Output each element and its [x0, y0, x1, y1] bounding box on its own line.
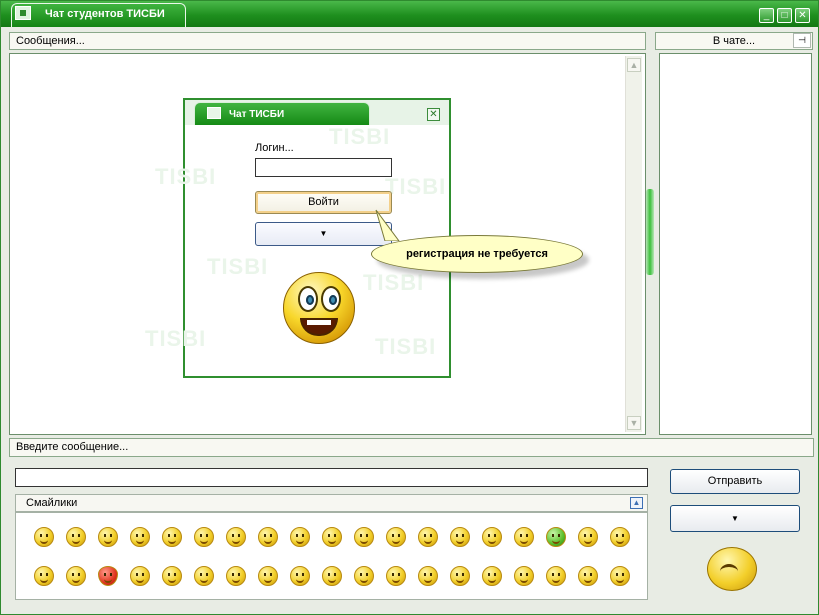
emoticon-icon[interactable]	[514, 566, 534, 586]
watermark-text: TISBI	[155, 164, 217, 189]
emoticon-icon[interactable]	[66, 527, 86, 547]
messages-panel-label: Сообщения...	[16, 35, 85, 47]
watermark-text: TISBI	[385, 174, 447, 199]
emoticon-icon[interactable]	[258, 527, 278, 547]
emoticon-icon[interactable]	[386, 566, 406, 586]
emoticon-icon[interactable]	[578, 566, 598, 586]
emoticon-icon[interactable]	[290, 527, 310, 547]
smiley-mouth	[300, 318, 338, 336]
message-input[interactable]	[15, 468, 648, 487]
messages-scrollbar[interactable]	[625, 56, 642, 432]
smileys-header: Смайлики	[15, 494, 648, 512]
emoticon-icon[interactable]	[162, 566, 182, 586]
emoticon-icon[interactable]	[578, 527, 598, 547]
window-title: Чат студентов ТИСБИ	[45, 8, 165, 20]
watermark-text: TISBI	[329, 124, 391, 149]
close-icon[interactable]: ✕	[427, 108, 440, 121]
chat-app-icon	[15, 6, 31, 20]
title-bar[interactable]: Чат студентов ТИСБИ _ □ ✕	[1, 1, 818, 27]
emoticon-icon[interactable]	[66, 566, 86, 586]
login-label: Логин...	[255, 142, 294, 154]
send-button[interactable]: Отправить	[670, 469, 800, 494]
online-users-list[interactable]	[659, 53, 812, 435]
emoticon-icon[interactable]	[130, 566, 150, 586]
emoticon-icon[interactable]	[610, 527, 630, 547]
emoticon-icon[interactable]	[290, 566, 310, 586]
heart-emoticon-icon[interactable]	[98, 566, 118, 586]
emoticon-icon[interactable]	[162, 527, 182, 547]
message-input-label: Введите сообщение...	[16, 441, 129, 453]
collapse-up-icon[interactable]: ▲	[630, 497, 643, 509]
emoticon-icon[interactable]	[354, 566, 374, 586]
emoticon-icon[interactable]	[34, 527, 54, 547]
watermark-text: TISBI	[375, 334, 437, 359]
emoticon-icon[interactable]	[450, 566, 470, 586]
send-options-dropdown[interactable]: ▼	[670, 505, 800, 532]
emoticon-icon[interactable]	[194, 527, 214, 547]
scroll-down-arrow-icon[interactable]: ▼	[627, 416, 641, 430]
green-emoticon-icon[interactable]	[546, 527, 566, 547]
emoticon-icon[interactable]	[34, 566, 54, 586]
smileys-grid	[15, 512, 648, 600]
emoticon-icon[interactable]	[226, 527, 246, 547]
login-dialog-title: Чат ТИСБИ	[229, 109, 285, 120]
emoticon-icon[interactable]	[546, 566, 566, 586]
emoticon-icon[interactable]	[258, 566, 278, 586]
main-window: Чат студентов ТИСБИ _ □ ✕ Сообщения... ▲…	[0, 0, 819, 615]
smiley-eye	[321, 286, 341, 312]
emoticon-icon[interactable]	[322, 566, 342, 586]
emoticon-icon[interactable]	[130, 527, 150, 547]
tooltip-pointer	[375, 209, 400, 241]
emoticon-icon[interactable]	[354, 527, 374, 547]
login-input[interactable]	[255, 158, 392, 177]
emoticon-icon[interactable]	[418, 527, 438, 547]
pin-icon[interactable]: ⊣	[793, 33, 811, 48]
tooltip: регистрация не требуется	[371, 235, 583, 273]
online-panel-header: В чате...	[655, 32, 813, 50]
watermark-text: TISBI	[145, 326, 207, 351]
emoticon-icon[interactable]	[450, 527, 470, 547]
emoticon-icon[interactable]	[418, 566, 438, 586]
smileys-label: Смайлики	[26, 497, 78, 509]
emoticon-icon[interactable]	[482, 566, 502, 586]
emoticon-icon[interactable]	[514, 527, 534, 547]
emoticon-icon[interactable]	[226, 566, 246, 586]
emoticon-icon[interactable]	[482, 527, 502, 547]
emoticon-icon[interactable]	[322, 527, 342, 547]
panel-splitter[interactable]	[646, 189, 654, 275]
watermark-text: TISBI	[363, 270, 425, 295]
scroll-up-arrow-icon[interactable]: ▲	[627, 58, 641, 72]
close-button[interactable]: ✕	[795, 8, 810, 23]
emoticon-icon[interactable]	[610, 566, 630, 586]
watermark-text: TISBI	[207, 254, 269, 279]
smiley-preview-icon	[707, 547, 757, 591]
chat-app-icon	[207, 107, 221, 119]
chevron-down-icon: ▼	[319, 229, 328, 238]
online-panel-label: В чате...	[712, 35, 756, 47]
emoticon-icon[interactable]	[386, 527, 406, 547]
minimize-button[interactable]: _	[759, 8, 774, 23]
emoticon-icon[interactable]	[98, 527, 118, 547]
big-smiley-icon	[283, 272, 355, 344]
smiley-eye	[298, 286, 318, 312]
chevron-down-icon: ▼	[731, 514, 739, 523]
maximize-button[interactable]: □	[777, 8, 792, 23]
emoticon-icon[interactable]	[194, 566, 214, 586]
messages-panel-header: Сообщения...	[9, 32, 646, 50]
message-input-header: Введите сообщение...	[9, 438, 814, 457]
